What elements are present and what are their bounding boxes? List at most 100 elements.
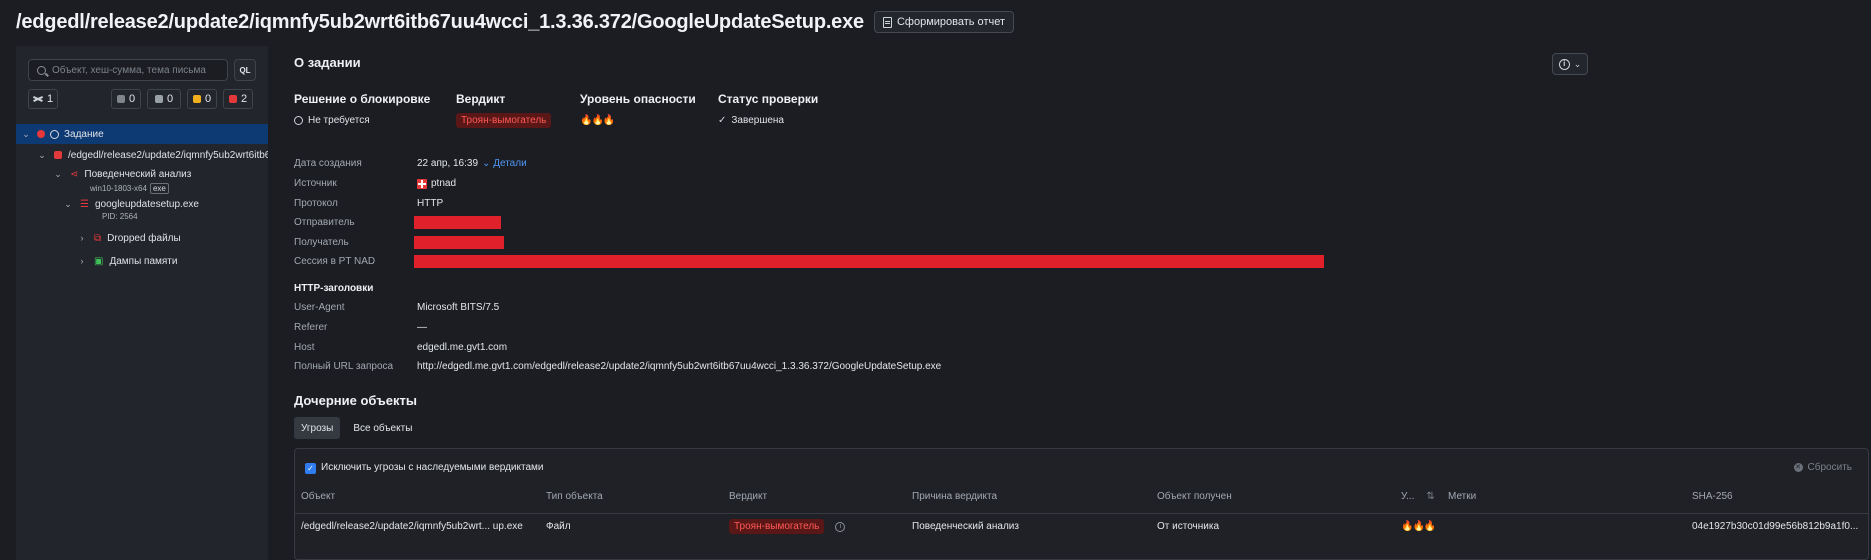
graph-counter[interactable]: 1 [28,89,58,109]
tree-item-dropped[interactable]: › ⧉ Dropped файлы [16,228,268,248]
document-icon [882,16,892,28]
file-gray-icon [154,95,163,103]
details-link-label: Детали [493,158,527,169]
created-value: 22 апр, 16:39 ⌄ Детали [417,158,527,169]
created-label: Дата создания [294,158,362,169]
host-value: edgedl.me.gvt1.com [417,342,508,353]
tree-item-file[interactable]: ⌄ /edgedl/release2/update2/iqmnfy5ub2wrt… [16,145,268,165]
column-header-sha256[interactable]: SHA-256 [1692,491,1733,502]
table-header-divider [295,513,1868,514]
sender-redacted [414,216,501,229]
tree-item-process[interactable]: ⌄ ☰ googleupdatesetup.exe [16,196,268,212]
info-icon[interactable]: i [835,521,846,532]
tree-item-behavior-label: Поведенческий анализ [84,168,192,180]
verdict-title: Вердикт [456,92,506,106]
behavior-env: win10-1803-x64 exe [90,183,169,194]
process-icon: ☰ [80,198,89,210]
ptnad-logo-icon [417,178,427,189]
info-menu-button[interactable]: i ⌄ [1552,53,1588,75]
row-sha256: 04e1927b30c01d99e56b812b9a1f0... [1692,521,1859,532]
details-link[interactable]: ⌄ Детали [482,158,527,169]
dropped-files-icon: ⧉ [94,232,102,244]
ua-value: Microsoft BITS/7.5 [417,302,500,313]
sidebar: QL 1 0 0 0 2 ⌄ Задание ⌄ /edgedl/release… [16,46,268,560]
exe-tag: exe [149,183,169,194]
row-type: Файл [546,521,571,532]
flame-icon: 🔥🔥🔥 [580,115,615,126]
column-header-reason[interactable]: Причина вердикта [912,491,997,502]
source-value-text: ptnad [431,178,457,189]
created-value-text: 22 апр, 16:39 [417,158,479,169]
tree-item-task[interactable]: ⌄ Задание [16,124,268,144]
red-square-icon [228,95,237,103]
red-counter[interactable]: 2 [223,89,253,109]
recipient-redacted [414,236,504,249]
yellow-counter[interactable]: 0 [187,89,217,109]
reset-label: Сбросить [1807,462,1852,473]
children-section-title: Дочерние объекты [294,393,417,408]
tab-all-objects[interactable]: Все объекты [346,417,419,439]
tab-threats[interactable]: Угрозы [294,417,341,439]
host-label: Host [294,342,315,353]
danger-title: Уровень опасности [580,92,696,106]
process-pid: PID: 2564 [102,212,138,221]
verdict-value: Троян-вымогатель [456,113,552,128]
task-ring-icon [50,129,59,139]
tree-item-dropped-label: Dropped файлы [107,232,181,244]
chevron-down-icon[interactable]: ⌄ [20,129,32,140]
status-label: Завершена [731,115,784,126]
block-decision-label: Не требуется [308,115,370,126]
search-box[interactable] [28,59,228,81]
row-verdict: Троян-вымогатель i [729,519,846,534]
chevron-down-icon[interactable]: ⌄ [62,199,74,210]
gray-alt-counter[interactable]: 0 [147,89,181,109]
chevron-right-icon[interactable]: › [76,256,88,266]
danger-dot-icon [37,130,45,138]
ql-button[interactable]: QL [234,59,256,81]
column-header-tags[interactable]: Метки [1448,491,1476,502]
generate-report-button[interactable]: Сформировать отчет [873,11,1014,33]
radio-icon [294,116,303,125]
block-decision-value: Не требуется [294,115,370,126]
search-input[interactable] [52,64,222,76]
chevron-down-icon[interactable]: ⌄ [36,150,48,161]
chevron-right-icon[interactable]: › [76,233,88,243]
info-icon: i [1558,58,1570,70]
page-header: /edgedl/release2/update2/iqmnfy5ub2wrt6i… [16,8,1014,36]
reset-button[interactable]: ✕ Сбросить [1793,462,1852,473]
http-section-title: HTTP-заголовки [294,283,374,294]
recipient-label: Получатель [294,237,349,248]
tree-item-behavior[interactable]: ⌄ ⋖ Поведенческий анализ [16,166,268,182]
chevron-down-icon[interactable]: ⌄ [52,169,64,180]
source-value: ptnad [417,178,456,189]
exclude-checkbox[interactable]: ✓ [305,463,316,474]
session-redacted [414,255,1324,268]
column-header-received[interactable]: Объект получен [1157,491,1232,502]
sort-icon[interactable]: ⇅ [1426,491,1434,502]
file-danger-icon [54,151,62,159]
row-received: От источника [1157,521,1220,532]
column-header-object[interactable]: Объект [301,491,335,502]
page-title: /edgedl/release2/update2/iqmnfy5ub2wrt6i… [16,10,864,33]
gray-counter[interactable]: 0 [111,89,141,109]
sender-label: Отправитель [294,217,355,228]
column-header-danger-label: У... [1401,491,1415,502]
memory-dump-icon: ▣ [94,255,104,267]
column-header-type[interactable]: Тип объекта [546,491,603,502]
status-title: Статус проверки [718,92,819,106]
gray-square-icon [116,95,125,103]
ua-label: User-Agent [294,302,345,313]
danger-value: 🔥🔥🔥 [580,115,615,126]
graph-counter-value: 1 [46,93,54,105]
clear-icon: ✕ [1793,463,1803,472]
row-object-link[interactable]: /edgedl/release2/update2/iqmnfy5ub2wrt..… [301,521,523,532]
yellow-square-icon [192,95,201,103]
column-header-verdict[interactable]: Вердикт [729,491,767,502]
session-label: Сессия в PT NAD [294,256,376,267]
block-decision-title: Решение о блокировке [294,92,431,106]
tree-item-file-label: /edgedl/release2/update2/iqmnfy5ub2wrt6i… [68,149,268,161]
column-header-danger[interactable]: У... ⇅ [1401,491,1435,502]
tree-item-dumps[interactable]: › ▣ Дампы памяти [16,251,268,271]
search-icon [37,65,46,75]
task-section-title: О задании [294,55,361,70]
